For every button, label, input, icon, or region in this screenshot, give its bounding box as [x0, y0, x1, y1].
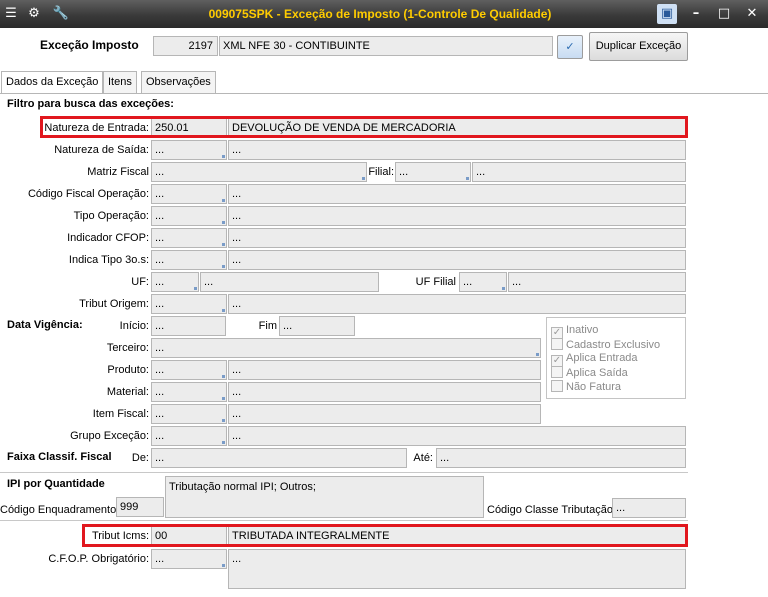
highlight-natureza-entrada	[40, 116, 688, 138]
codigo-fiscal-code[interactable]: ...	[151, 184, 227, 204]
tipo-operacao-label: Tipo Operação:	[73, 210, 149, 222]
grupo-excecao-desc[interactable]: ...	[228, 426, 686, 446]
filial-label: Filial:	[368, 166, 394, 178]
menu-icon[interactable]: ☰	[2, 5, 20, 23]
tab-border	[0, 93, 768, 94]
fim-field[interactable]: ...	[279, 316, 355, 336]
produto-label: Produto:	[107, 364, 149, 376]
excecao-description-field[interactable]: XML NFE 30 - CONTIBUINTE	[219, 36, 553, 56]
indica-tipo-label: Indica Tipo 3o.s:	[68, 254, 149, 266]
maximize-icon[interactable]: □	[714, 4, 734, 24]
filial-desc[interactable]: ...	[472, 162, 686, 182]
filial-code[interactable]: ...	[395, 162, 471, 182]
aplica-entrada-checkbox[interactable]: ✓ Aplica Entrada	[551, 352, 638, 367]
nao-fatura-checkbox[interactable]: Não Fatura	[551, 380, 621, 393]
cfop-obrigatorio-label: C.F.O.P. Obrigatório:	[48, 553, 149, 565]
inativo-checkbox[interactable]: ✓ Inativo	[551, 324, 598, 339]
enquadramento-desc[interactable]: Tributação normal IPI; Outros;	[165, 476, 484, 518]
natureza-saida-label: Natureza de Saída:	[54, 144, 149, 156]
uf-code[interactable]: ...	[151, 272, 199, 292]
checkbox-icon	[551, 338, 563, 350]
indicador-cfop-desc[interactable]: ...	[228, 228, 686, 248]
fim-label: Fim	[258, 320, 277, 332]
tipo-operacao-code[interactable]: ...	[151, 206, 227, 226]
item-fiscal-code[interactable]: ...	[151, 404, 227, 424]
checkbox-icon	[551, 366, 563, 378]
tab-itens[interactable]: Itens	[103, 71, 137, 93]
terceiro-label: Terceiro:	[106, 342, 149, 354]
produto-code[interactable]: ...	[151, 360, 227, 380]
tribut-origem-code[interactable]: ...	[151, 294, 227, 314]
uf-filial-desc[interactable]: ...	[508, 272, 686, 292]
indica-tipo-desc[interactable]: ...	[228, 250, 686, 270]
codigo-classe-tributacao-field[interactable]: ...	[612, 498, 686, 518]
produto-desc[interactable]: ...	[228, 360, 541, 380]
faixa-ate-field[interactable]: ...	[436, 448, 686, 468]
uf-label: UF:	[131, 276, 149, 288]
aplica-saida-checkbox[interactable]: Aplica Saída	[551, 366, 628, 379]
uf-filial-label: UF Filial	[415, 276, 456, 288]
highlight-tribut-icms	[82, 524, 688, 547]
inicio-label: Início:	[119, 320, 149, 332]
ipi-quantidade-title: IPI por Quantidade	[7, 478, 105, 490]
grupo-excecao-label: Grupo Exceção:	[70, 430, 149, 442]
cfop-obrigatorio-desc[interactable]: ...	[228, 549, 686, 589]
indicador-cfop-label: Indicador CFOP:	[67, 232, 149, 244]
tribut-origem-desc[interactable]: ...	[228, 294, 686, 314]
tribut-origem-label: Tribut Origem:	[79, 298, 149, 310]
close-icon[interactable]: ✕	[742, 4, 762, 24]
ate-label: Até:	[413, 452, 433, 464]
checkbox-icon	[551, 380, 563, 392]
minimize-icon[interactable]: –	[686, 4, 706, 24]
de-label: De:	[131, 452, 149, 464]
excecao-code-field[interactable]: 2197	[153, 36, 218, 56]
cadastro-exclusivo-checkbox[interactable]: Cadastro Exclusivo	[551, 338, 660, 351]
divider	[0, 520, 688, 521]
uf-filial-code[interactable]: ...	[459, 272, 507, 292]
data-vigencia-title: Data Vigência:	[7, 319, 83, 331]
divider	[0, 472, 688, 473]
window-title: 009075SPK - Exceção de Imposto (1-Contro…	[208, 7, 552, 21]
item-fiscal-label: Item Fiscal:	[92, 408, 149, 420]
tab-dados-excecao[interactable]: Dados da Exceção	[1, 71, 104, 94]
excecao-imposto-label: Exceção Imposto	[40, 38, 139, 52]
indicador-cfop-code[interactable]: ...	[151, 228, 227, 248]
grupo-excecao-code[interactable]: ...	[151, 426, 227, 446]
filter-section-title: Filtro para busca das exceções:	[7, 98, 174, 110]
terceiro-field[interactable]: ...	[151, 338, 541, 358]
codigo-enquadramento-field[interactable]: 999	[116, 497, 164, 517]
faixa-classif-title: Faixa Classif. Fiscal	[7, 451, 112, 463]
indica-tipo-code[interactable]: ...	[151, 250, 227, 270]
natureza-saida-desc[interactable]: ...	[228, 140, 686, 160]
item-fiscal-desc[interactable]: ...	[228, 404, 541, 424]
duplicar-excecao-button[interactable]: Duplicar Exceção	[589, 32, 688, 61]
material-code[interactable]: ...	[151, 382, 227, 402]
codigo-enquadramento-label: Código Enquadramento	[0, 504, 117, 516]
check-icon[interactable]: ✓	[557, 35, 583, 59]
faixa-de-field[interactable]: ...	[151, 448, 407, 468]
tipo-operacao-desc[interactable]: ...	[228, 206, 686, 226]
settings-icon[interactable]: ⚙	[25, 5, 43, 23]
material-label: Material:	[106, 386, 149, 398]
matriz-fiscal-label: Matriz Fiscal	[87, 166, 149, 178]
tab-observacoes[interactable]: Observações	[141, 71, 216, 93]
uf-desc[interactable]: ...	[200, 272, 379, 292]
natureza-saida-code[interactable]: ...	[151, 140, 227, 160]
codigo-classe-tributacao-label: Código Classe Tributação	[487, 504, 613, 516]
wrench-icon[interactable]: 🔧	[52, 5, 70, 23]
codigo-fiscal-desc[interactable]: ...	[228, 184, 686, 204]
material-desc[interactable]: ...	[228, 382, 541, 402]
image-icon[interactable]: ▣	[657, 4, 677, 24]
cfop-obrigatorio-code[interactable]: ...	[151, 549, 227, 569]
inicio-field[interactable]: ...	[151, 316, 226, 336]
codigo-fiscal-label: Código Fiscal Operação:	[27, 188, 149, 200]
